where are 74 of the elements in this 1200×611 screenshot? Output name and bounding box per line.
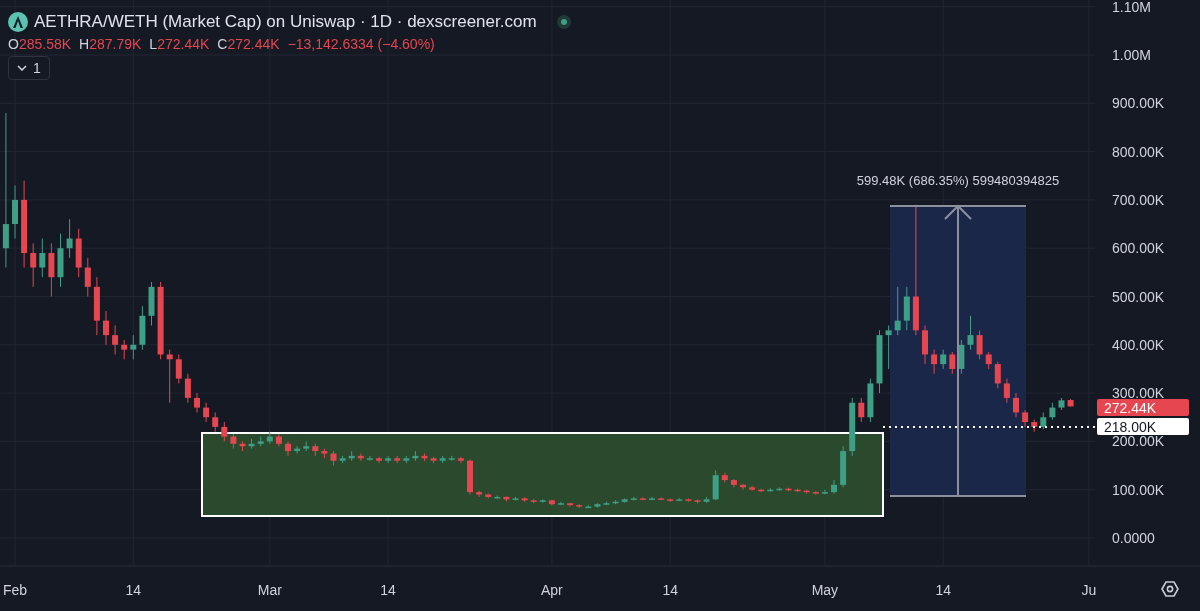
- candlestick: [184, 373, 191, 404]
- ohlc-value: 272.44K: [227, 36, 280, 52]
- x-axis-label: 14: [125, 582, 142, 598]
- measure-label: 599.48K (686.35%) 599480394825: [856, 173, 1060, 188]
- x-axis-label: May: [811, 582, 839, 598]
- candlestick: [194, 392, 200, 413]
- ohlc-label: C: [217, 36, 228, 52]
- price-tag: 218.00K: [1097, 418, 1189, 435]
- candlestick: [285, 440, 291, 457]
- candlestick: [831, 479, 837, 495]
- candlestick: [366, 455, 373, 462]
- candlestick: [994, 361, 1001, 389]
- candlestick: [39, 238, 46, 278]
- y-axis-label: 0.0000: [1112, 530, 1155, 546]
- candlestick: [203, 402, 210, 423]
- x-axis-label: Apr: [541, 582, 563, 598]
- x-axis-label: Mar: [257, 582, 282, 598]
- x-axis-label: Feb: [2, 582, 28, 598]
- token-logo-icon: [8, 12, 28, 32]
- candlestick: [221, 421, 228, 442]
- candlestick: [30, 242, 37, 288]
- x-axis-label: Ju: [1081, 582, 1097, 598]
- ohlc-label: H: [79, 36, 90, 52]
- y-axis-label: 300.00K: [1112, 385, 1165, 402]
- candlestick: [940, 349, 947, 370]
- y-axis-label: 500.00K: [1112, 288, 1165, 305]
- candlestick: [166, 349, 173, 404]
- y-axis-label: 600.00K: [1112, 240, 1165, 257]
- settings-icon[interactable]: [1161, 581, 1179, 597]
- candlestick: [385, 455, 392, 464]
- candlestick: [130, 334, 137, 360]
- candlestick: [567, 502, 574, 508]
- y-axis-label: 700.00K: [1112, 191, 1165, 208]
- x-axis-label: 14: [662, 582, 678, 598]
- y-axis-label: 400.00K: [1112, 336, 1165, 353]
- x-axis-label: 14: [380, 582, 396, 598]
- price-tag: 272.44K: [1097, 399, 1189, 416]
- candlestick: [66, 218, 73, 259]
- candlestick: [1013, 392, 1019, 418]
- candlestick: [931, 349, 938, 375]
- candlestick: [858, 397, 865, 423]
- candlestick: [476, 490, 483, 498]
- y-axis-label: 1.10M: [1112, 0, 1151, 15]
- price-change: −13,142.6334 (−4.60%): [287, 36, 435, 52]
- x-axis-label: 14: [935, 582, 951, 598]
- candlestick: [112, 324, 119, 355]
- candlestick: [457, 456, 464, 464]
- ohlc-label: O: [8, 36, 19, 52]
- status-dot-icon: [560, 19, 567, 25]
- candlestick: [1003, 378, 1010, 404]
- y-axis-label: 200.00K: [1112, 433, 1165, 450]
- chart-title: AETHRA/WETH (Market Cap) on Uniswap · 1D · dexscreener.com: [34, 12, 537, 32]
- candlestick: [84, 257, 91, 297]
- y-axis-label: 100.00K: [1112, 481, 1165, 498]
- candlestick: [967, 315, 974, 351]
- candlestick: [885, 324, 892, 370]
- y-axis-label: 1.00M: [1112, 47, 1151, 63]
- ohlc-value: 272.44K: [157, 36, 210, 52]
- chevron-icon: [17, 65, 27, 71]
- candlestick: [894, 286, 901, 336]
- ohlc-label: L: [149, 36, 158, 52]
- candlestick: [821, 489, 828, 496]
- candlestick: [976, 329, 983, 360]
- candlestick: [103, 310, 109, 346]
- ohlc-value: 287.79K: [89, 36, 142, 52]
- y-axis-label: 800.00K: [1112, 143, 1165, 160]
- candlestick: [121, 339, 128, 360]
- candlestick: [376, 456, 382, 464]
- candlestick: [212, 411, 219, 433]
- indicators-toggle[interactable]: 1: [8, 56, 50, 80]
- candlestick: [949, 351, 956, 375]
- candlestick: [175, 353, 182, 384]
- ohlc-value: 285.58K: [18, 36, 72, 52]
- y-axis-label: 900.00K: [1112, 95, 1165, 112]
